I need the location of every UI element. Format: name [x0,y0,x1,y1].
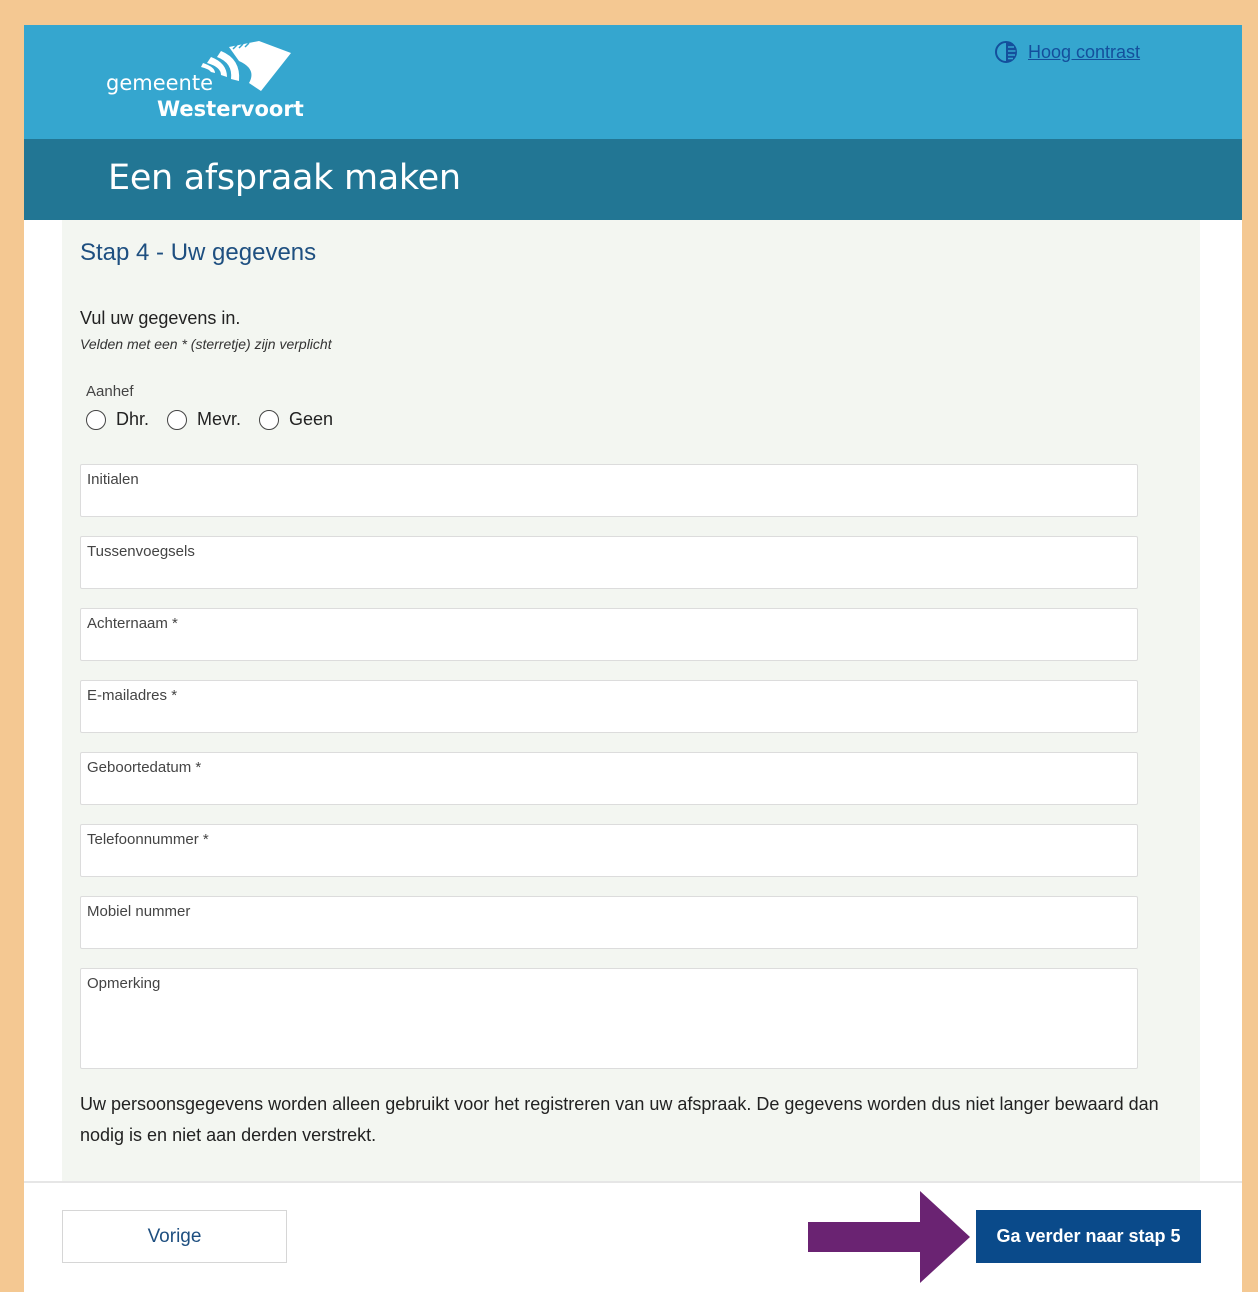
initials-label: Initialen [87,471,139,488]
high-contrast-link[interactable]: Hoog contrast [1028,42,1140,63]
form-navigation: Vorige Ga verder naar stap 5 [24,1181,1242,1292]
high-contrast-toggle[interactable]: Hoog contrast [994,40,1140,64]
form-section: Stap 4 - Uw gegevens Vul uw gegevens in.… [62,220,1200,1181]
email-label: E-mailadres * [87,687,178,704]
phone-input[interactable] [81,851,1137,875]
browser-page: gemeente Westervoort Hoog contrast Een a… [24,25,1242,1292]
birthdate-field[interactable]: Geboortedatum * [80,752,1138,805]
logo-mark-icon [201,41,291,91]
phone-label: Telefoonnummer * [87,831,209,848]
municipality-logo[interactable]: gemeente Westervoort [104,39,304,129]
radio-label-mevr: Mevr. [197,409,242,429]
radio-label-dhr: Dhr. [116,409,150,429]
initials-field[interactable]: Initialen [80,464,1138,517]
radio-label-geen: Geen [289,409,334,429]
birthdate-label: Geboortedatum * [87,759,202,776]
remark-field[interactable]: Opmerking [80,968,1138,1069]
salutation-option-geen[interactable]: Geen [259,409,333,430]
privacy-notice: Uw persoonsgegevens worden alleen gebrui… [80,1094,1159,1145]
infix-input[interactable] [81,563,1137,587]
mobile-input[interactable] [81,923,1137,947]
phone-field[interactable]: Telefoonnummer * [80,824,1138,877]
remark-textarea[interactable] [81,995,1137,1067]
surname-label: Achternaam * [87,615,178,632]
arrow-right-icon [808,1191,970,1283]
email-field[interactable]: E-mailadres * [80,680,1138,733]
birthdate-input[interactable] [81,779,1137,803]
initials-input[interactable] [81,491,1137,515]
infix-label: Tussenvoegsels [87,543,195,560]
salutation-option-dhr[interactable]: Dhr. [86,409,149,430]
previous-button[interactable]: Vorige [62,1210,287,1263]
contrast-icon [995,41,1017,63]
surname-input[interactable] [81,635,1137,659]
required-fields-hint: Velden met een * (sterretje) zijn verpli… [80,336,332,352]
surname-field[interactable]: Achternaam * [80,608,1138,661]
radio-button-dhr[interactable] [86,409,106,430]
page-title: Een afspraak maken [108,158,461,198]
mobile-label: Mobiel nummer [87,903,191,920]
radio-button-mevr[interactable] [167,409,188,430]
next-step-button[interactable]: Ga verder naar stap 5 [976,1210,1201,1263]
logo-text-westervoort: Westervoort [157,97,304,121]
salutation-radio-group: Dhr. Mevr. Geen [86,409,351,430]
radio-button-geen[interactable] [259,409,280,430]
remark-label: Opmerking [87,975,161,992]
form-intro: Vul uw gegevens in. [80,308,241,328]
infix-field[interactable]: Tussenvoegsels [80,536,1138,589]
email-input[interactable] [81,707,1137,731]
step-title: Stap 4 - Uw gegevens [80,239,317,266]
logo-text-gemeente: gemeente [106,71,214,95]
salutation-option-mevr[interactable]: Mevr. [167,409,241,430]
page-title-bar: Een afspraak maken [24,139,1242,220]
mobile-field[interactable]: Mobiel nummer [80,896,1138,949]
salutation-legend: Aanhef [86,383,134,400]
site-header: gemeente Westervoort Hoog contrast [24,25,1242,139]
